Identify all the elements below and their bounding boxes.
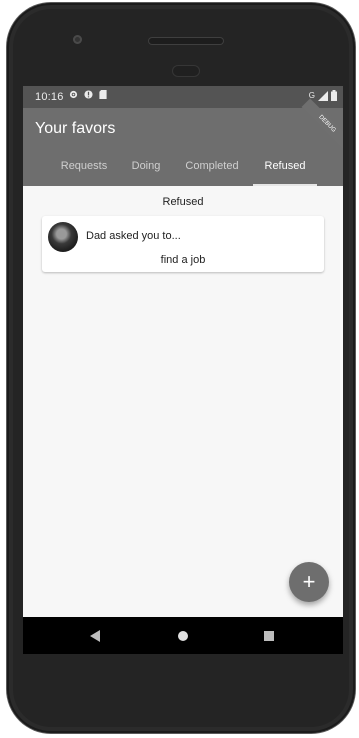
status-time: 10:16 xyxy=(35,91,64,103)
tab-refused[interactable]: Refused xyxy=(253,146,317,186)
favor-requester-text: Dad asked you to... xyxy=(86,230,181,242)
avatar xyxy=(48,222,78,252)
back-triangle-icon xyxy=(90,630,100,642)
app-bar: Your favors DEBUG Requests Doing Complet… xyxy=(23,98,343,186)
plus-icon: + xyxy=(302,569,316,594)
proximity-sensor xyxy=(173,66,199,76)
status-notification-icons xyxy=(69,90,107,99)
favor-card[interactable]: Dad asked you to... find a job xyxy=(42,216,324,272)
app-title: Your favors xyxy=(35,120,116,137)
settings-icon xyxy=(69,90,78,99)
battery-icon xyxy=(331,90,337,101)
back-button[interactable] xyxy=(85,626,105,646)
home-button[interactable] xyxy=(173,626,193,646)
earpiece-speaker xyxy=(149,38,223,44)
sd-card-icon xyxy=(99,90,107,99)
front-camera xyxy=(73,35,82,44)
tab-requests[interactable]: Requests xyxy=(49,146,119,186)
favor-description: find a job xyxy=(160,254,206,266)
tab-indicator xyxy=(253,184,317,186)
home-circle-icon xyxy=(178,631,188,641)
status-system-icons: G xyxy=(309,90,337,101)
add-favor-button[interactable]: + xyxy=(289,562,329,602)
section-title: Refused xyxy=(162,196,204,208)
status-bar: 10:16 G xyxy=(23,86,343,108)
signal-icon xyxy=(318,90,328,101)
tab-bar: Requests Doing Completed Refused xyxy=(23,146,343,186)
recents-square-icon xyxy=(264,631,274,641)
recents-button[interactable] xyxy=(259,626,279,646)
tab-doing[interactable]: Doing xyxy=(121,146,171,186)
tab-completed[interactable]: Completed xyxy=(175,146,249,186)
system-nav-bar xyxy=(23,617,343,654)
alert-icon xyxy=(84,90,93,99)
app-screen: 10:16 G Your favors DEBUG Requests Doing… xyxy=(23,86,343,650)
